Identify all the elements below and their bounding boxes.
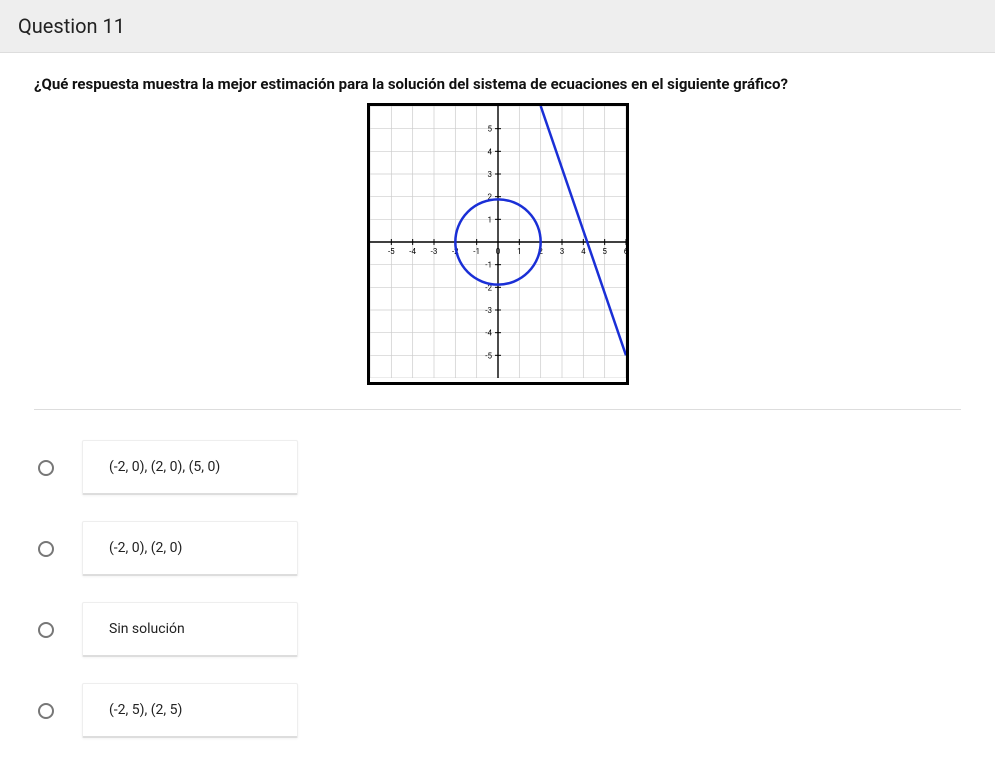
svg-text:-5: -5 <box>485 351 492 360</box>
radio-button[interactable] <box>38 460 54 476</box>
section-divider <box>34 409 961 410</box>
svg-text:1: 1 <box>517 247 522 256</box>
svg-text:4: 4 <box>581 247 586 256</box>
question-header: Question 11 <box>0 0 995 53</box>
answer-row[interactable]: (-2, 5), (2, 5) <box>38 683 961 738</box>
answer-text: (-2, 0), (2, 0) <box>109 540 182 556</box>
answer-text: Sin solución <box>109 621 185 637</box>
svg-text:-5: -5 <box>387 247 394 256</box>
question-prompt: ¿Qué respuesta muestra la mejor estimaci… <box>34 75 961 93</box>
svg-text:5: 5 <box>602 247 607 256</box>
answer-option[interactable]: Sin solución <box>82 602 298 657</box>
graph-container: -5-4-3-2-10123456-5-4-3-2-112345 <box>34 103 961 385</box>
svg-text:-1: -1 <box>485 261 492 270</box>
answer-text: (-2, 0), (2, 0), (5, 0) <box>109 459 220 475</box>
radio-button[interactable] <box>38 541 54 557</box>
question-title: Question 11 <box>18 14 125 38</box>
svg-text:-3: -3 <box>485 306 492 315</box>
svg-text:3: 3 <box>559 247 564 256</box>
svg-text:4: 4 <box>487 147 492 156</box>
graph-svg: -5-4-3-2-10123456-5-4-3-2-112345 <box>370 106 626 378</box>
answer-list: (-2, 0), (2, 0), (5, 0) (-2, 0), (2, 0) Si… <box>34 440 961 738</box>
answer-option[interactable]: (-2, 0), (2, 0) <box>82 521 298 576</box>
answer-row[interactable]: (-2, 0), (2, 0) <box>38 521 961 576</box>
svg-text:3: 3 <box>487 170 492 179</box>
answer-option[interactable]: (-2, 0), (2, 0), (5, 0) <box>82 440 298 495</box>
svg-text:6: 6 <box>623 247 625 256</box>
svg-text:-4: -4 <box>409 247 416 256</box>
svg-text:-1: -1 <box>473 247 480 256</box>
svg-text:0: 0 <box>495 247 500 256</box>
svg-text:5: 5 <box>487 125 492 134</box>
radio-button[interactable] <box>38 703 54 719</box>
svg-text:-3: -3 <box>430 247 437 256</box>
answer-text: (-2, 5), (2, 5) <box>109 702 182 718</box>
answer-option[interactable]: (-2, 5), (2, 5) <box>82 683 298 738</box>
answer-row[interactable]: Sin solución <box>38 602 961 657</box>
coordinate-graph: -5-4-3-2-10123456-5-4-3-2-112345 <box>367 103 629 385</box>
answer-row[interactable]: (-2, 0), (2, 0), (5, 0) <box>38 440 961 495</box>
question-content: ¿Qué respuesta muestra la mejor estimaci… <box>0 53 995 738</box>
svg-text:1: 1 <box>487 215 492 224</box>
radio-button[interactable] <box>38 622 54 638</box>
svg-text:-4: -4 <box>485 329 492 338</box>
